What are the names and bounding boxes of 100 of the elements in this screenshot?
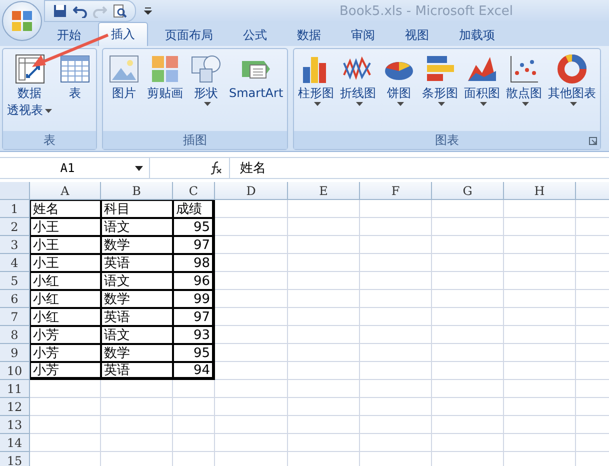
column-header[interactable]: G (432, 182, 504, 200)
caret-icon[interactable] (135, 166, 143, 170)
empty-cell[interactable] (432, 434, 504, 452)
empty-cell[interactable] (432, 398, 504, 416)
ribbon-tab[interactable]: 开始 (44, 24, 94, 46)
empty-cell[interactable] (101, 380, 173, 398)
empty-cell[interactable] (360, 290, 432, 308)
dialog-launcher-icon[interactable] (589, 137, 598, 145)
empty-cell[interactable] (288, 236, 360, 254)
empty-cell[interactable] (360, 326, 432, 344)
empty-cell[interactable] (504, 380, 576, 398)
empty-cell[interactable] (432, 272, 504, 290)
empty-cell[interactable] (504, 434, 576, 452)
empty-cell[interactable] (173, 434, 215, 452)
empty-cell[interactable] (432, 362, 504, 380)
save-icon[interactable] (53, 4, 67, 18)
column-header[interactable]: E (288, 182, 360, 200)
row-header[interactable]: 7 (0, 308, 30, 326)
empty-cell[interactable] (215, 254, 288, 272)
ribbon-button[interactable]: 条形图 (420, 51, 460, 131)
column-header[interactable]: H (504, 182, 576, 200)
ribbon-button[interactable]: 形状 (187, 51, 225, 131)
column-header[interactable]: D (215, 182, 288, 200)
ribbon-tab[interactable]: 页面布局 (152, 24, 226, 46)
empty-cell[interactable] (173, 416, 215, 434)
undo-icon[interactable] (73, 4, 87, 18)
empty-cell[interactable] (504, 398, 576, 416)
empty-cell[interactable] (288, 308, 360, 326)
empty-cell[interactable] (360, 344, 432, 362)
empty-cell[interactable] (215, 290, 288, 308)
ribbon-tab[interactable]: 插入 (98, 22, 148, 46)
empty-cell[interactable] (215, 218, 288, 236)
empty-cell[interactable] (101, 434, 173, 452)
empty-cell[interactable] (360, 380, 432, 398)
row-header[interactable]: 6 (0, 290, 30, 308)
empty-cell[interactable] (360, 272, 432, 290)
empty-cell[interactable] (288, 398, 360, 416)
ribbon-button[interactable]: 剪贴画 (145, 51, 185, 131)
ribbon-button[interactable]: 柱形图 (296, 51, 336, 131)
ribbon-button[interactable]: 其他图表 (546, 51, 598, 131)
empty-cell[interactable] (288, 326, 360, 344)
function-icon[interactable] (209, 161, 223, 175)
row-header[interactable]: 10 (0, 362, 30, 380)
empty-cell[interactable] (288, 200, 360, 218)
ribbon-tab[interactable]: 数据 (284, 24, 334, 46)
empty-cell[interactable] (504, 236, 576, 254)
empty-cell[interactable] (432, 218, 504, 236)
empty-cell[interactable] (288, 290, 360, 308)
empty-cell[interactable] (432, 254, 504, 272)
ribbon-button[interactable]: 面积图 (462, 51, 502, 131)
empty-cell[interactable] (215, 398, 288, 416)
empty-cell[interactable] (360, 218, 432, 236)
row-header[interactable]: 3 (0, 236, 30, 254)
empty-cell[interactable] (360, 236, 432, 254)
empty-cell[interactable] (288, 218, 360, 236)
empty-cell[interactable] (504, 308, 576, 326)
column-header[interactable]: B (101, 182, 173, 200)
row-header[interactable]: 14 (0, 434, 30, 452)
name-box[interactable]: A1 (0, 158, 150, 178)
empty-cell[interactable] (215, 308, 288, 326)
empty-cell[interactable] (432, 236, 504, 254)
row-header[interactable]: 2 (0, 218, 30, 236)
column-header[interactable]: C (173, 182, 215, 200)
empty-cell[interactable] (288, 254, 360, 272)
empty-cell[interactable] (215, 236, 288, 254)
empty-cell[interactable] (101, 398, 173, 416)
empty-cell[interactable] (173, 398, 215, 416)
column-header[interactable]: A (30, 182, 101, 200)
ribbon-tab[interactable]: 视图 (392, 24, 442, 46)
empty-cell[interactable] (288, 416, 360, 434)
row-header[interactable]: 12 (0, 398, 30, 416)
empty-cell[interactable] (504, 200, 576, 218)
empty-cell[interactable] (504, 254, 576, 272)
empty-cell[interactable] (504, 272, 576, 290)
empty-cell[interactable] (288, 434, 360, 452)
column-header[interactable]: F (360, 182, 432, 200)
empty-cell[interactable] (215, 326, 288, 344)
empty-cell[interactable] (432, 290, 504, 308)
empty-cell[interactable] (173, 380, 215, 398)
empty-cell[interactable] (215, 344, 288, 362)
empty-cell[interactable] (504, 290, 576, 308)
empty-cell[interactable] (288, 344, 360, 362)
print-preview-icon[interactable] (113, 4, 127, 18)
ribbon-button[interactable]: 饼图 (380, 51, 418, 131)
empty-cell[interactable] (360, 200, 432, 218)
empty-cell[interactable] (360, 416, 432, 434)
row-header[interactable]: 15 (0, 452, 30, 466)
row-header[interactable]: 5 (0, 272, 30, 290)
row-header[interactable]: 8 (0, 326, 30, 344)
empty-cell[interactable] (101, 416, 173, 434)
empty-cell[interactable] (504, 362, 576, 380)
empty-cell[interactable] (504, 416, 576, 434)
empty-cell[interactable] (288, 362, 360, 380)
formula-field[interactable]: 姓名 (240, 159, 266, 177)
empty-cell[interactable] (215, 416, 288, 434)
empty-cell[interactable] (360, 308, 432, 326)
empty-cell[interactable] (215, 272, 288, 290)
empty-cell[interactable] (432, 416, 504, 434)
row-header[interactable]: 11 (0, 380, 30, 398)
ribbon-tab[interactable]: 公式 (230, 24, 280, 46)
